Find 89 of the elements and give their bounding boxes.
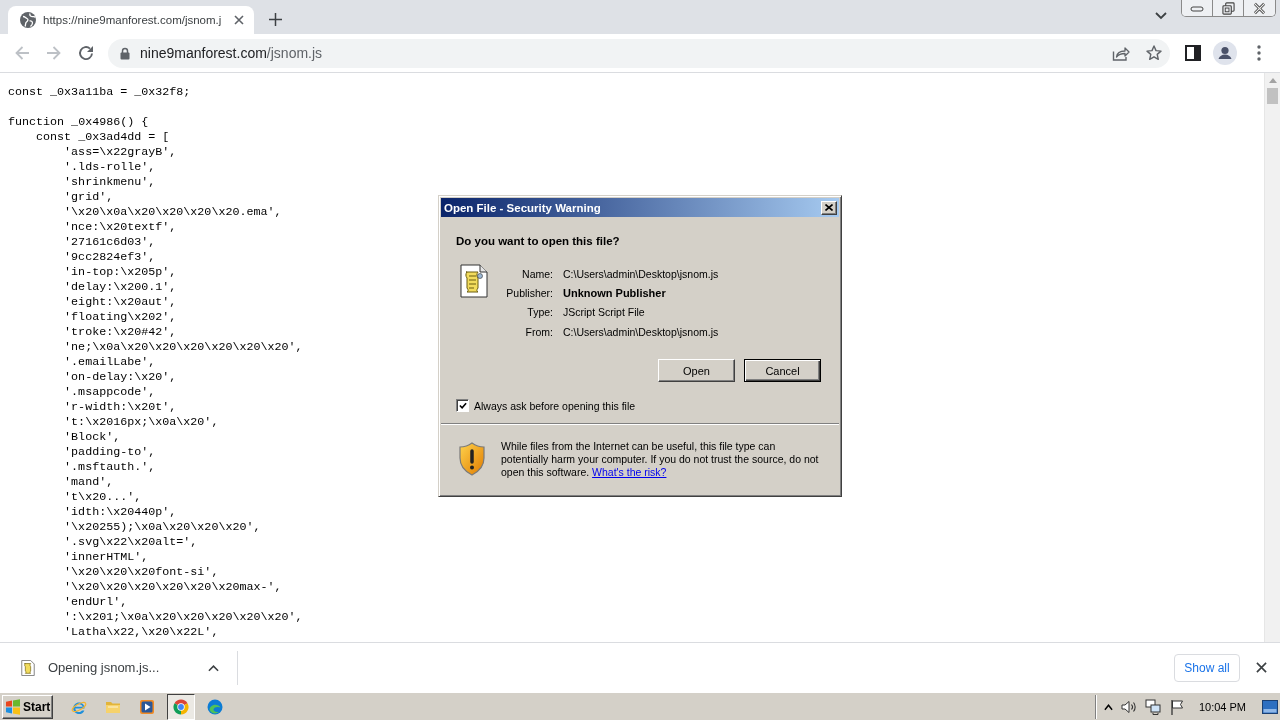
field-label: Name: xyxy=(521,267,553,280)
code-line: 'padding-to', xyxy=(64,445,156,460)
code-line: '.emailLabe', xyxy=(64,355,156,370)
code-line: 'delay:\x200.1', xyxy=(64,280,177,295)
clock[interactable]: 10:04 PM xyxy=(1198,700,1246,713)
field-value: Unknown Publisher xyxy=(563,286,667,299)
play-tile-icon[interactable] xyxy=(139,698,155,715)
browser-tab[interactable]: https://nine9manforest.com/jsnom.j xyxy=(8,6,255,34)
code-line: '.svg\x22\x20alt=', xyxy=(64,535,198,550)
script-file-icon xyxy=(460,264,488,298)
show-desktop-icon[interactable] xyxy=(1262,699,1278,714)
dialog-title: Open File - Security Warning xyxy=(444,201,602,214)
start-button[interactable]: Start xyxy=(2,694,53,719)
checkbox[interactable] xyxy=(456,399,469,413)
code-line: '\x20\x20\x20font-si', xyxy=(64,565,219,580)
code-line: 'innerHTML', xyxy=(64,550,149,565)
code-line: const _0x3ad4dd = [ xyxy=(36,130,170,145)
chevron-down-icon[interactable] xyxy=(1155,12,1167,20)
close-button[interactable] xyxy=(821,200,837,215)
browser-logo-icon[interactable] xyxy=(167,693,195,720)
reload-icon[interactable] xyxy=(78,45,94,61)
warning-text: While files from the Internet can be useful, this file type can potentially harm your computer. If you do not trust the source, do not open this software. What's the risk? xyxy=(501,440,820,480)
field-value: C:\Users\admin\Desktop\jsnom.js xyxy=(563,267,719,280)
globe-icon xyxy=(20,12,36,28)
risk-link[interactable]: What's the risk? xyxy=(592,466,667,479)
code-line: 't\x20...', xyxy=(64,490,142,505)
code-line: '\x20255);\x0a\x20\x20\x20', xyxy=(64,520,261,535)
address-bar[interactable]: nine9manforest.com/jsnom.js xyxy=(108,38,1170,68)
code-line: 'mand', xyxy=(64,475,114,490)
windows-flag-icon xyxy=(5,698,21,715)
star-icon[interactable] xyxy=(1146,45,1162,61)
code-line: 'nce:\x20textf', xyxy=(64,220,177,235)
menu-icon[interactable] xyxy=(1257,45,1261,61)
code-line: '27161c6d03', xyxy=(64,235,156,250)
lock-icon[interactable] xyxy=(120,46,130,60)
code-line: 'Block', xyxy=(64,430,121,445)
code-line: 't:\x2016px;\x0a\x20', xyxy=(64,415,219,430)
wave-logo-icon[interactable] xyxy=(207,698,223,715)
code-line: 'grid', xyxy=(64,190,114,205)
minimize-button[interactable] xyxy=(1182,0,1213,16)
close-icon xyxy=(825,204,833,211)
code-line: 'Latha\x22,\x20\x22L', xyxy=(64,625,219,640)
checkbox-label[interactable]: Always ask before opening this file xyxy=(474,399,636,412)
dialog-question: Do you want to open this file? xyxy=(456,234,621,248)
show-all-button[interactable]: Show all xyxy=(1174,653,1240,682)
dialog-button[interactable]: Cancel xyxy=(744,359,821,383)
code-line: 'eight:\x20aut', xyxy=(64,295,177,310)
code-line: 'troke:\x20#42', xyxy=(64,325,177,340)
code-line: '.lds-rolle', xyxy=(64,160,156,175)
share-icon[interactable] xyxy=(1112,45,1130,61)
code-line: 'shrinkmenu', xyxy=(64,175,156,190)
close-icon[interactable] xyxy=(1256,662,1267,673)
code-line: 'ne;\x0a\x20\x20\x20\x20\x20\x20', xyxy=(64,340,303,355)
minimize-icon xyxy=(1190,4,1204,12)
code-line: '.msftauth.', xyxy=(64,460,156,475)
field-label: Publisher: xyxy=(505,286,553,299)
code-line: '.msappcode', xyxy=(64,385,156,400)
new-tab-icon[interactable] xyxy=(269,13,283,26)
code-line: const _0x3a11ba = _0x32f8; xyxy=(8,85,191,100)
avatar-icon[interactable] xyxy=(1213,41,1237,65)
code-line: 'in-top:\x205p', xyxy=(64,265,177,280)
close-icon[interactable] xyxy=(234,15,245,25)
caret-up-icon[interactable] xyxy=(1103,702,1113,711)
code-line: 'floating\x202', xyxy=(64,310,177,325)
code-line: 'on-delay:\x20', xyxy=(64,370,177,385)
caret-up-icon[interactable] xyxy=(208,663,219,672)
script-file-icon xyxy=(20,659,36,676)
field-label: From: xyxy=(524,325,553,338)
close-icon xyxy=(1253,1,1266,15)
code-line: 'r-width:\x20t', xyxy=(64,400,177,415)
speaker-icon[interactable] xyxy=(1120,698,1137,715)
side-panel-icon[interactable] xyxy=(1185,45,1201,61)
code-line: '\x20\x20\x20\x20\x20\x20max-', xyxy=(64,580,282,595)
code-line: 'endUrl', xyxy=(64,595,128,610)
code-line: ':\x201;\x0a\x20\x20\x20\x20\x20', xyxy=(64,610,303,625)
code-line: '\x20\x0a\x20\x20\x20\x20.ema', xyxy=(64,205,282,220)
dialog-button[interactable]: Open xyxy=(658,359,735,383)
code-line: 'idth:\x20440p', xyxy=(64,505,177,520)
code-line: 'ass=\x22grayB', xyxy=(64,145,177,160)
shield-warning-icon xyxy=(458,442,486,477)
scrollbar-thumb[interactable] xyxy=(1267,88,1278,104)
field-label: Type: xyxy=(526,306,553,319)
flag-icon[interactable] xyxy=(1168,698,1185,715)
field-value: JScript Script File xyxy=(563,306,646,319)
code-line: '9cc2824ef3', xyxy=(64,250,156,265)
field-value: C:\Users\admin\Desktop\jsnom.js xyxy=(563,325,719,338)
download-item[interactable]: Opening jsnom.js... xyxy=(48,660,160,675)
code-line: function _0x4986() { xyxy=(8,115,149,130)
network-icon[interactable] xyxy=(1144,698,1161,715)
